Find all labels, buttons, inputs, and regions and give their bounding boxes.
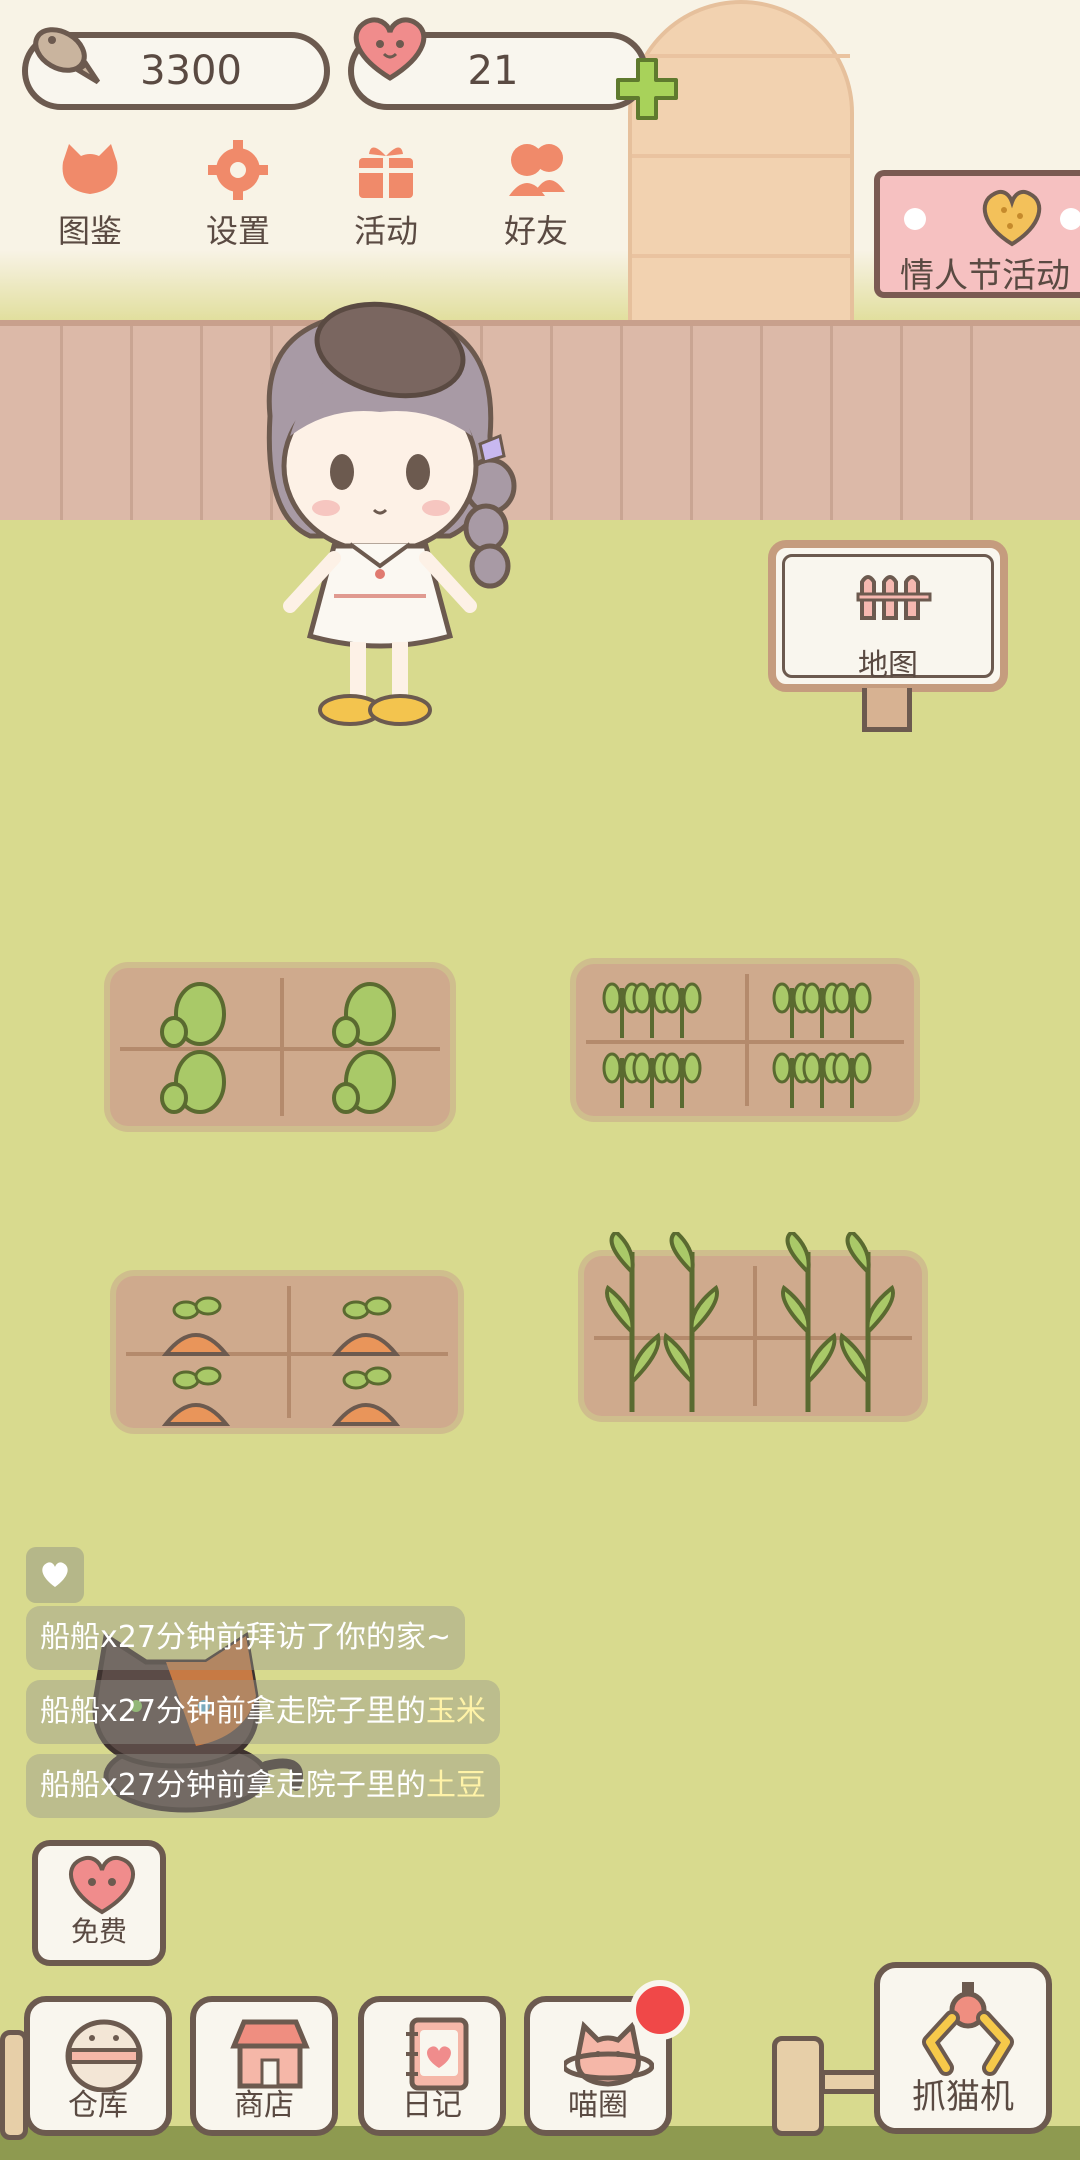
fence-rail — [820, 2070, 880, 2094]
add-hearts-plus-icon[interactable] — [612, 54, 682, 128]
menu-label-collection: 图鉴 — [57, 212, 122, 250]
menu-label-friends: 好友 — [503, 212, 568, 250]
menu-item-events[interactable]: 活动 — [326, 140, 446, 252]
wooden-fence — [0, 320, 1080, 532]
signpost-leg — [862, 688, 912, 732]
garden-plot-corn[interactable] — [584, 1232, 922, 1416]
menu-label-events: 活动 — [353, 212, 418, 250]
heart-currency-amount: 21 — [467, 48, 519, 94]
storage-icon — [64, 2016, 143, 2093]
feed-toggle-button[interactable] — [26, 1547, 84, 1603]
feed-message: 船船x27分钟前拜访了你的家~ — [26, 1606, 466, 1670]
nav-storage-button[interactable]: 仓库 — [24, 1996, 172, 2136]
menu-item-friends[interactable]: 好友 — [476, 140, 596, 252]
nav-label-shop: 商店 — [234, 2088, 294, 2123]
fence-map-icon — [856, 568, 936, 626]
nav-label-diary: 日记 — [402, 2088, 462, 2123]
fish-currency-amount: 3300 — [140, 48, 242, 94]
free-hearts-button[interactable]: 免费 — [32, 1840, 166, 1966]
nav-label-cat-circle: 喵圈 — [568, 2088, 628, 2123]
menu-label-settings: 设置 — [205, 212, 270, 250]
feed-message-item: 玉米 — [425, 1694, 486, 1729]
free-button-label: 免费 — [70, 1915, 127, 1948]
claw-machine-button[interactable]: 抓猫机 — [874, 1962, 1052, 2134]
menu-item-collection[interactable]: 图鉴 — [30, 140, 150, 252]
flower-icon — [1056, 204, 1080, 238]
gear-icon — [203, 140, 273, 200]
sprout-crop-icon — [602, 982, 872, 1108]
cabbage-crop-icon — [160, 982, 396, 1114]
nav-diary-button[interactable]: 日记 — [358, 1996, 506, 2136]
corn-crop-icon — [605, 1232, 895, 1412]
feed-message-text: 船船x27分钟前拿走院子里的 — [40, 1694, 426, 1729]
valentine-event-banner[interactable]: 情人节活动 — [874, 170, 1080, 298]
stump-post — [772, 2036, 824, 2136]
fish-icon — [20, 14, 104, 96]
shop-icon — [230, 2016, 310, 2089]
garden-plot-carrots[interactable] — [116, 1276, 458, 1428]
map-signpost[interactable]: 地图 — [768, 540, 1008, 692]
background-tower — [628, 0, 854, 340]
notification-badge — [630, 1980, 690, 2040]
cat-planet-icon — [561, 2016, 655, 2087]
diary-icon — [398, 2016, 469, 2091]
feed-message: 船船x27分钟前拿走院子里的玉米 — [26, 1680, 500, 1744]
garden-plot-cabbage[interactable] — [110, 968, 450, 1126]
player-character[interactable] — [250, 296, 540, 740]
friends-icon — [501, 140, 571, 200]
feed-message-text: 船船x27分钟前拿走院子里的 — [40, 1768, 426, 1803]
heart-icon — [344, 12, 436, 88]
event-banner-label: 情人节活动 — [900, 256, 1070, 296]
feed-message-item: 土豆 — [425, 1768, 486, 1803]
map-sign-label: 地图 — [858, 648, 918, 683]
nav-shop-button[interactable]: 商店 — [190, 1996, 338, 2136]
cat-head-icon — [55, 140, 125, 200]
nav-label-storage: 仓库 — [68, 2088, 128, 2123]
claw-icon — [922, 1982, 1014, 2082]
feed-message-text: 船船x27分钟前拜访了你的家~ — [40, 1620, 452, 1655]
heart-cookie-icon — [976, 186, 1048, 252]
flower-icon — [900, 204, 930, 238]
garden-plot-sprouts[interactable] — [576, 964, 914, 1116]
menu-item-settings[interactable]: 设置 — [178, 140, 298, 252]
heart-outline-icon — [39, 1561, 71, 1593]
feed-message: 船船x27分钟前拿走院子里的土豆 — [26, 1754, 500, 1818]
claw-machine-label: 抓猫机 — [912, 2077, 1014, 2117]
gift-icon — [351, 140, 421, 200]
carrot-crop-icon — [161, 1296, 401, 1426]
